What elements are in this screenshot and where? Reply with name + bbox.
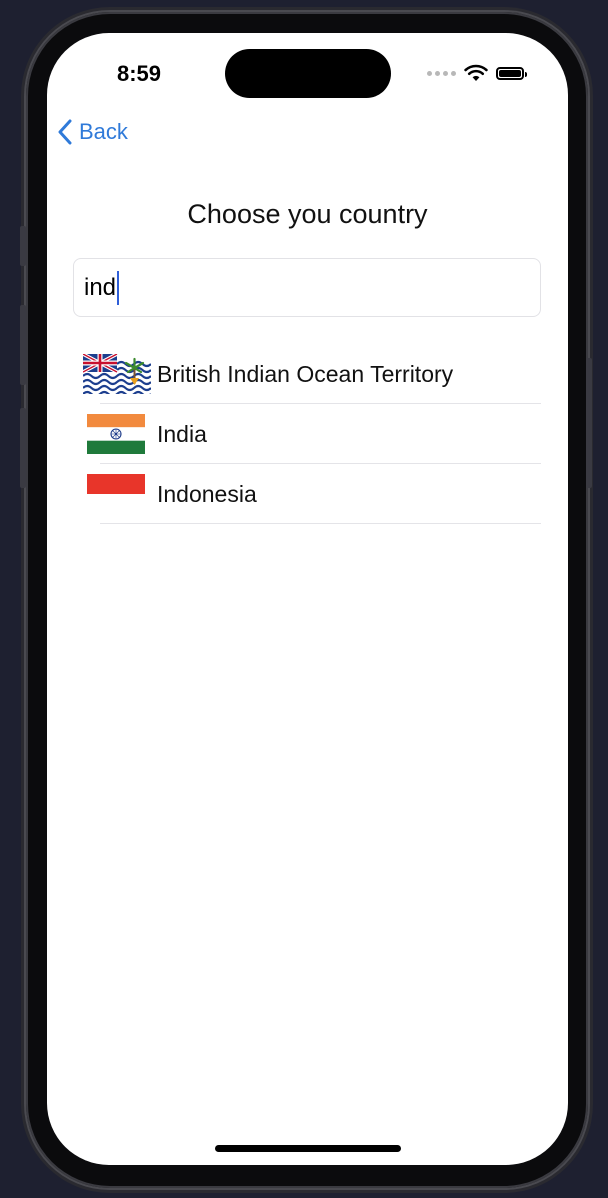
country-name: British Indian Ocean Territory — [157, 361, 454, 387]
status-icons — [427, 64, 527, 82]
text-caret — [117, 270, 120, 305]
back-button[interactable]: Back — [57, 119, 128, 145]
indonesia-flag-icon — [87, 474, 145, 514]
volume-up-button — [20, 305, 26, 385]
country-list: British Indian Ocean Territory India Ind… — [83, 344, 541, 524]
row-separator — [100, 523, 541, 524]
cellular-signal-icon — [427, 70, 456, 76]
battery-icon — [496, 66, 527, 80]
page-title: Choose you country — [187, 199, 428, 229]
home-indicator[interactable] — [215, 1145, 401, 1152]
country-row-indonesia[interactable]: Indonesia — [83, 464, 541, 524]
british-indian-ocean-territory-flag-icon — [83, 354, 151, 394]
country-name: Indonesia — [157, 481, 257, 507]
app-screen: 8:59 Back Choose you country ind British… — [47, 33, 568, 1165]
country-search-input[interactable]: ind — [73, 258, 541, 317]
chevron-left-icon — [58, 119, 72, 145]
india-flag-icon — [87, 414, 145, 454]
wifi-icon — [464, 64, 488, 81]
dynamic-island — [225, 49, 391, 98]
volume-down-button — [20, 408, 26, 488]
status-time: 8:59 — [117, 61, 162, 86]
action-button — [20, 226, 26, 266]
back-label: Back — [79, 119, 128, 144]
country-name: India — [157, 421, 207, 447]
power-button — [586, 358, 592, 488]
country-row-india[interactable]: India — [83, 404, 541, 464]
country-row-british-indian-ocean-territory[interactable]: British Indian Ocean Territory — [83, 344, 541, 404]
search-value: ind — [84, 273, 117, 301]
